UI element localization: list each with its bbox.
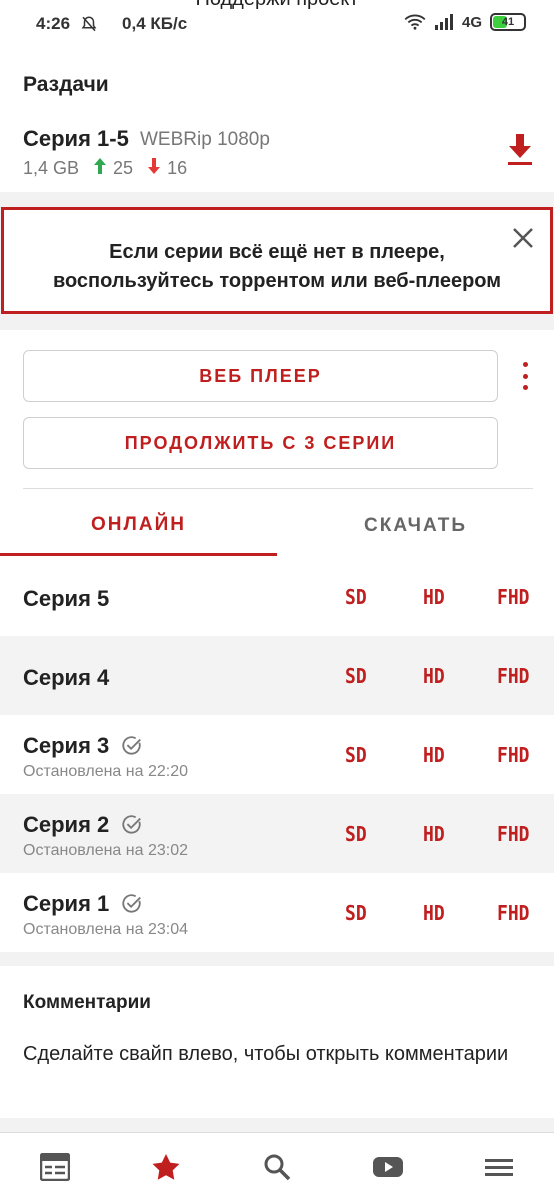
search-icon[interactable] bbox=[262, 1153, 292, 1181]
feed-icon[interactable] bbox=[40, 1153, 70, 1181]
episode-title: Серия 1 bbox=[23, 891, 110, 916]
episode-row[interactable]: Серия 3 Остановлена на 22:20 SD HD FHD bbox=[0, 715, 554, 794]
download-icon[interactable] bbox=[508, 134, 532, 166]
episode-row[interactable]: Серия 2 Остановлена на 23:02 SD HD FHD bbox=[0, 794, 554, 873]
hd-button[interactable]: HD bbox=[423, 743, 445, 767]
bell-off-icon bbox=[81, 16, 97, 32]
sd-button[interactable]: SD bbox=[345, 901, 367, 925]
watched-check-icon bbox=[122, 894, 142, 913]
watched-check-icon bbox=[122, 736, 142, 755]
releases-title: Раздачи bbox=[23, 73, 109, 96]
comments-title: Комментарии bbox=[23, 992, 151, 1013]
fhd-button[interactable]: FHD bbox=[497, 664, 530, 688]
hd-button[interactable]: HD bbox=[423, 585, 445, 609]
battery-icon: 41 bbox=[490, 13, 526, 31]
status-bar: Поддержи проект 4:26 0,4 КБ/с 4G 41 bbox=[0, 0, 554, 50]
fhd-button[interactable]: FHD bbox=[497, 901, 530, 925]
menu-icon[interactable] bbox=[484, 1153, 514, 1181]
release-page: Поддержи проект 4:26 0,4 КБ/с 4G 41 Разд… bbox=[0, 0, 554, 1200]
clock: 4:26 bbox=[36, 14, 71, 33]
episode-row[interactable]: Серия 5 SD HD FHD bbox=[0, 557, 554, 636]
notice-line-1: Если серии всё ещё нет в плеере, bbox=[109, 241, 445, 263]
close-icon[interactable] bbox=[511, 226, 535, 250]
tab-online[interactable]: ОНЛАЙН bbox=[0, 496, 277, 556]
comments-hint: Сделайте свайп влево, чтобы открыть комм… bbox=[23, 1043, 509, 1065]
seed-arrow-icon bbox=[93, 158, 107, 179]
signal-icon bbox=[434, 14, 453, 30]
divider bbox=[23, 488, 533, 489]
sd-button[interactable]: SD bbox=[345, 585, 367, 609]
net-speed: 0,4 КБ/с bbox=[122, 14, 188, 33]
web-player-button[interactable]: ВЕБ ПЛЕЕР bbox=[23, 350, 498, 402]
sd-button[interactable]: SD bbox=[345, 664, 367, 688]
hd-button[interactable]: HD bbox=[423, 664, 445, 688]
youtube-icon[interactable] bbox=[373, 1153, 403, 1181]
leech-arrow-icon bbox=[147, 158, 161, 179]
leeches-count: 16 bbox=[167, 158, 188, 178]
scrolled-title: Поддержи проект bbox=[0, 0, 554, 11]
seeds-count: 25 bbox=[113, 158, 134, 178]
episode-row[interactable]: Серия 1 Остановлена на 23:04 SD HD FHD bbox=[0, 873, 554, 952]
notice-line-2: воспользуйтесь торрентом или веб-плеером bbox=[52, 270, 502, 292]
episode-title: Серия 3 bbox=[23, 733, 110, 758]
wifi-icon bbox=[404, 14, 426, 30]
episode-row[interactable]: Серия 4 SD HD FHD bbox=[0, 636, 554, 715]
release-size: 1,4 GB bbox=[23, 158, 80, 178]
star-icon[interactable] bbox=[151, 1153, 181, 1181]
fhd-button[interactable]: FHD bbox=[497, 822, 530, 846]
watched-check-icon bbox=[122, 815, 142, 834]
episode-progress: Остановлена на 23:04 bbox=[23, 921, 188, 938]
episode-title: Серия 4 bbox=[23, 665, 110, 690]
episode-title: Серия 5 bbox=[23, 586, 110, 611]
episode-progress: Остановлена на 22:20 bbox=[23, 763, 188, 780]
hd-button[interactable]: HD bbox=[423, 822, 445, 846]
tab-download[interactable]: СКАЧАТЬ bbox=[277, 496, 554, 556]
episode-title: Серия 2 bbox=[23, 812, 110, 837]
fhd-button[interactable]: FHD bbox=[497, 585, 530, 609]
release-meta: 1,4 GB 25 16 bbox=[23, 158, 187, 179]
release-name[interactable]: Серия 1-5 bbox=[23, 126, 129, 152]
episode-progress: Остановлена на 23:02 bbox=[23, 842, 188, 859]
fhd-button[interactable]: FHD bbox=[497, 743, 530, 767]
notice-banner: Если серии всё ещё нет в плеере, восполь… bbox=[1, 207, 553, 314]
release-quality: WEBRip 1080p bbox=[140, 129, 270, 150]
hd-button[interactable]: HD bbox=[423, 901, 445, 925]
continue-button[interactable]: ПРОДОЛЖИТЬ С 3 СЕРИИ bbox=[23, 417, 498, 469]
network-type: 4G bbox=[461, 13, 482, 31]
sd-button[interactable]: SD bbox=[345, 743, 367, 767]
more-options-icon[interactable] bbox=[520, 362, 530, 390]
bottom-nav bbox=[0, 1132, 554, 1200]
sd-button[interactable]: SD bbox=[345, 822, 367, 846]
